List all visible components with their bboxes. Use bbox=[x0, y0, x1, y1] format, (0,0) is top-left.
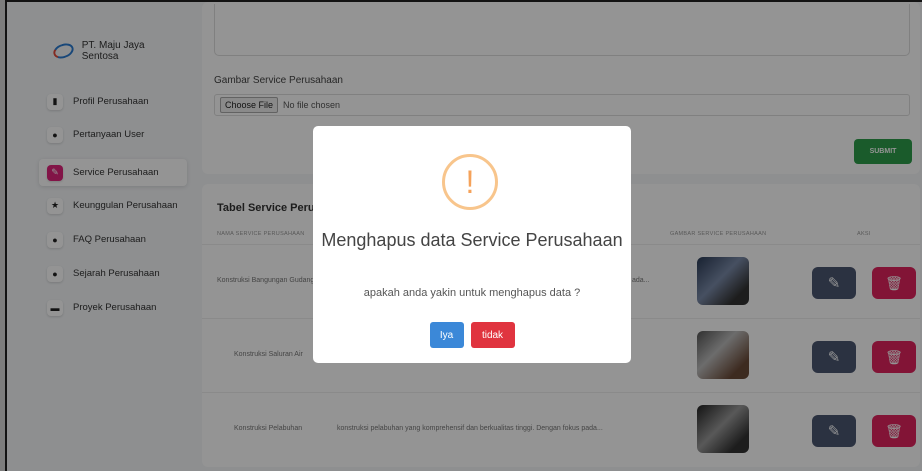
confirm-delete-modal: ! Menghapus data Service Perusahaan apak… bbox=[313, 126, 631, 363]
confirm-yes-button[interactable]: Iya bbox=[429, 322, 464, 348]
confirm-no-button[interactable]: tidak bbox=[470, 322, 515, 348]
modal-title: Menghapus data Service Perusahaan bbox=[321, 230, 623, 250]
modal-text: apakah anda yakin untuk menghapus data ? bbox=[363, 287, 581, 299]
warning-icon: ! bbox=[442, 154, 498, 210]
modal-actions: Iya tidak bbox=[313, 322, 631, 348]
